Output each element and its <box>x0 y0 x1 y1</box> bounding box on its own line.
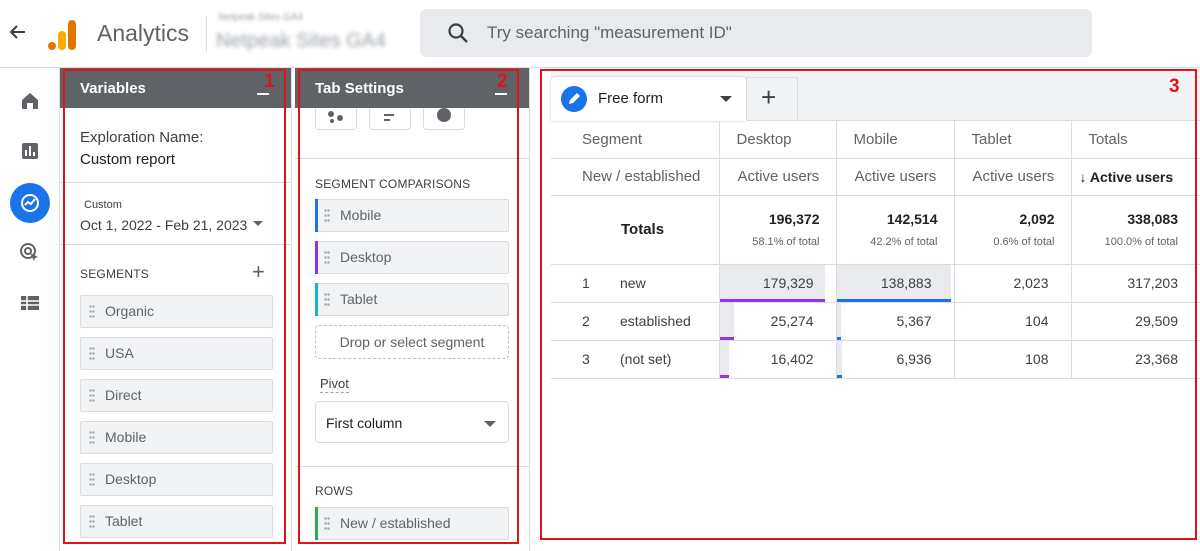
explore-icon[interactable] <box>10 183 50 223</box>
property-name[interactable]: Netpeak Sites GA4 <box>216 30 386 53</box>
annotation-number-3: 3 <box>1169 76 1180 97</box>
reports-icon[interactable] <box>10 131 50 171</box>
analytics-logo-icon[interactable] <box>48 18 78 50</box>
search-icon <box>446 21 470 45</box>
back-arrow-icon[interactable] <box>8 22 28 42</box>
configure-icon[interactable] <box>10 283 50 323</box>
annotation-number-1: 1 <box>264 71 275 92</box>
property-account[interactable]: Netpeak Sites GA4 <box>218 12 303 23</box>
header-divider <box>206 16 207 52</box>
search-input[interactable]: Try searching "measurement ID" <box>487 23 732 43</box>
annotation-number-2: 2 <box>497 71 508 92</box>
annotation-box-2 <box>298 69 519 544</box>
home-icon[interactable] <box>10 81 50 121</box>
annotation-box-3 <box>540 69 1197 540</box>
top-bar: Analytics Netpeak Sites GA4 Netpeak Site… <box>0 0 1200 68</box>
left-rail <box>0 68 60 551</box>
annotation-box-1 <box>63 69 286 544</box>
advertising-icon[interactable] <box>10 233 50 273</box>
search-bar[interactable]: Try searching "measurement ID" <box>420 9 1092 57</box>
app-title: Analytics <box>97 20 190 46</box>
